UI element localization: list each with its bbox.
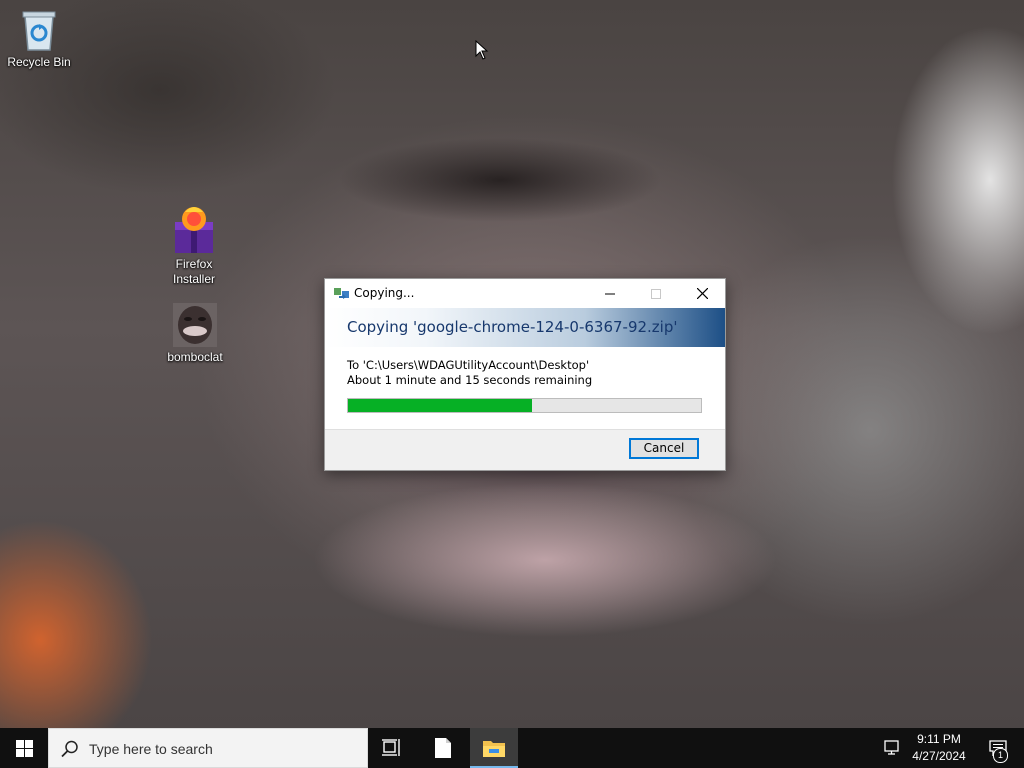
desktop-icon-recycle-bin[interactable]: Recycle Bin (1, 8, 77, 70)
search-icon (61, 740, 78, 758)
dialog-header-banner: Copying 'google-chrome-124-0-6367-92.zip… (325, 308, 725, 347)
clock-time: 9:11 PM (917, 732, 961, 746)
recycle-bin-icon (22, 11, 56, 51)
desktop-icon-bomboclat[interactable]: bomboclat (157, 303, 233, 365)
time-remaining-text: About 1 minute and 15 seconds remaining (347, 373, 593, 387)
windows-logo-icon (15, 739, 33, 757)
cancel-button[interactable]: Cancel (629, 438, 699, 459)
task-view-icon (382, 739, 400, 756)
taskbar-clock[interactable]: 9:11 PM 4/27/2024 (906, 731, 972, 765)
search-placeholder: Type here to search (89, 741, 213, 757)
image-thumbnail-icon (173, 303, 217, 347)
firefox-installer-icon (175, 207, 213, 253)
desktop-wallpaper: Recycle Bin Firefox Installer bomboclat (0, 0, 1024, 728)
taskbar: Type here to search 9:11 PM 4/27/2024 1 (0, 728, 1024, 768)
copy-icon (334, 288, 349, 299)
progress-bar-fill (348, 399, 532, 412)
desktop-icon-label: bomboclat (167, 350, 223, 364)
file-explorer-button[interactable] (470, 728, 518, 768)
taskbar-search-box[interactable]: Type here to search (48, 728, 368, 768)
destination-text: To 'C:\Users\WDAGUtilityAccount\Desktop' (347, 358, 590, 372)
dialog-heading: Copying 'google-chrome-124-0-6367-92.zip… (347, 318, 678, 336)
minimize-button[interactable] (587, 279, 633, 308)
desktop-icon-label: Recycle Bin (7, 55, 71, 69)
notification-count-badge: 1 (993, 748, 1008, 763)
dialog-divider (325, 429, 725, 430)
maximize-icon (651, 288, 661, 299)
desktop-icon-label: Firefox Installer (172, 257, 216, 286)
start-button[interactable] (0, 728, 48, 768)
close-icon (696, 288, 708, 299)
minimize-icon (605, 293, 615, 294)
copy-progress-dialog: Copying... Copying 'google-chrome-124-0-… (324, 278, 726, 471)
dialog-body: To 'C:\Users\WDAGUtilityAccount\Desktop'… (325, 347, 725, 429)
close-button[interactable] (679, 279, 725, 308)
progress-bar (347, 398, 702, 413)
desktop-icon-firefox-installer[interactable]: Firefox Installer (156, 204, 232, 287)
dialog-title-bar[interactable]: Copying... (325, 279, 725, 308)
task-view-button[interactable] (368, 728, 416, 768)
folder-icon (483, 741, 505, 757)
clock-date: 4/27/2024 (912, 749, 966, 763)
document-icon (435, 738, 451, 758)
dialog-title: Copying... (354, 286, 415, 300)
mouse-cursor-icon (475, 40, 489, 60)
maximize-button[interactable] (633, 279, 679, 308)
network-icon[interactable] (884, 740, 902, 756)
taskbar-file-button[interactable] (419, 728, 467, 768)
